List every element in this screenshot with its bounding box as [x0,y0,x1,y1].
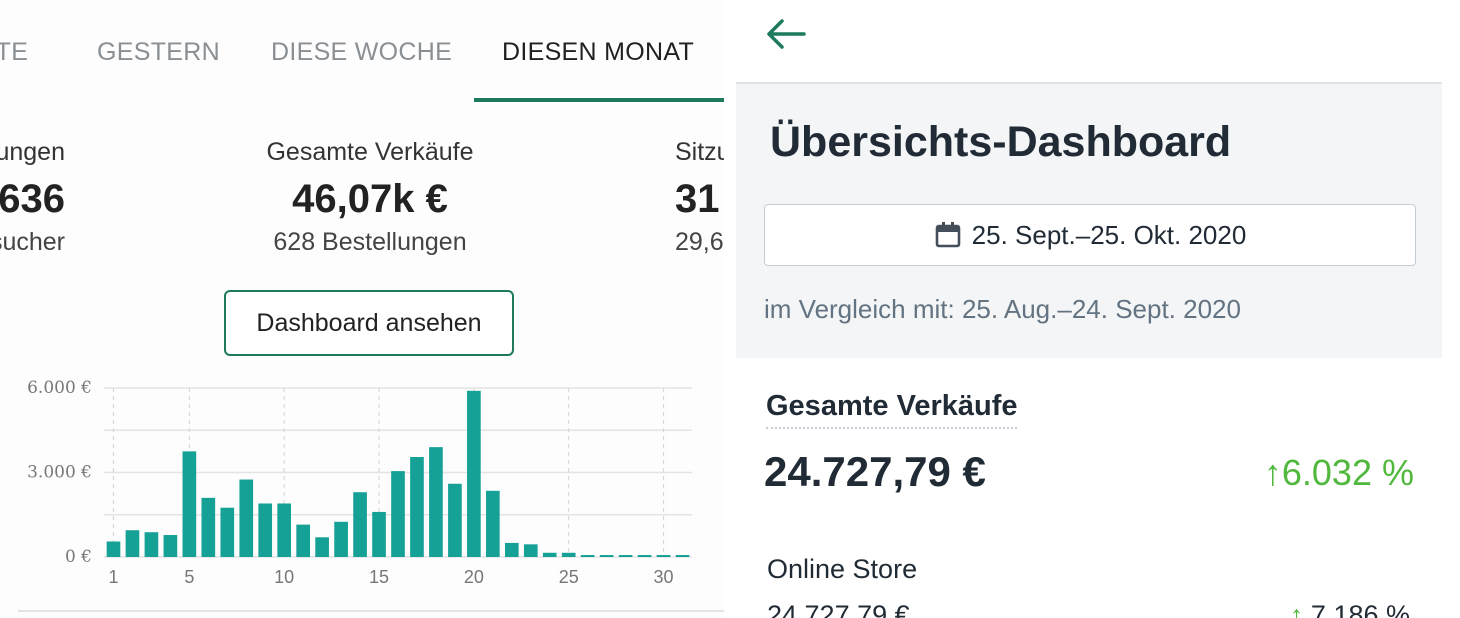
bar-day-3 [144,532,159,557]
date-range-label: 25. Sept.–25. Okt. 2020 [971,219,1247,250]
bar-day-31 [675,555,690,557]
metric-change-value: 6.032 % [1281,452,1414,493]
bar-day-25 [561,552,576,557]
store-change-value: 7.186 % [1310,600,1410,618]
page-title: Übersichts-Dashboard [770,118,1232,166]
bar-day-27 [599,555,614,557]
bar-day-21 [486,490,500,557]
bar-day-2 [125,530,140,557]
stat-sessions-label: Sitzungen [0,138,65,166]
y-tick-label: 3.000 € [27,463,92,483]
bar-day-19 [448,483,462,557]
bar-day-5 [182,451,197,557]
bar-day-30 [656,555,671,557]
stat-total-sales-value: 46,07k € [292,177,448,221]
bar-day-7 [220,507,235,557]
store-value: 24.727,79 € [767,600,910,618]
stat-sessions-right-value: 31 [675,177,720,221]
x-tick-label: 1 [108,567,118,587]
tab-yesterday[interactable]: GESTERN [97,38,220,67]
bar-day-26 [580,555,595,557]
view-dashboard-button[interactable]: Dashboard ansehen [224,290,514,356]
y-tick-label: 0 € [65,547,92,567]
comparison-text: im Vergleich mit: 25. Aug.–24. Sept. 202… [764,294,1241,324]
stat-sessions-right-label: Sitzungen [675,138,724,166]
calendar-icon [935,222,960,248]
metric-title[interactable]: Gesamte Verkäufe [766,390,1018,429]
date-range-button[interactable]: 25. Sept.–25. Okt. 2020 [764,204,1416,266]
bar-day-18 [429,447,443,557]
bar-day-4 [163,535,178,557]
x-tick-label: 5 [184,567,194,587]
store-change: ↑ 7.186 % [1290,600,1410,618]
stat-total-sales: Gesamte Verkäufe 46,07k € 628 Bestellung… [220,138,520,257]
x-tick-label: 10 [274,567,294,587]
bar-day-20 [467,390,481,557]
bar-day-9 [258,503,273,557]
bar-day-6 [201,497,216,557]
x-tick-label: 30 [654,567,674,587]
bar-day-11 [296,524,310,557]
bar-day-29 [637,555,652,557]
bar-day-10 [277,503,292,557]
date-tabs: HEUTE GESTERN DIESE WOCHE DIESEN MONAT [0,0,724,104]
bar-day-17 [410,457,424,557]
bar-day-23 [523,544,538,557]
bar-day-15 [372,511,386,557]
home-panel: HEUTE GESTERN DIESE WOCHE DIESEN MONAT S… [0,0,724,618]
bar-day-13 [334,521,348,557]
arrow-up-icon: ↑ [1289,600,1311,618]
back-arrow-icon[interactable] [764,14,808,54]
x-tick-label: 25 [559,567,579,587]
tab-this-week[interactable]: DIESE WOCHE [271,38,452,67]
store-label: Online Store [767,554,918,584]
active-tab-indicator [474,98,724,102]
bar-day-22 [504,542,519,557]
arrow-up-icon: ↑ [1263,452,1282,493]
bar-day-16 [391,471,405,557]
stat-total-sales-label: Gesamte Verkäufe [266,138,474,166]
sales-bar-chart: 6.000 €3.000 €0 €1 5 10 15 20 25 30 [27,378,692,587]
stat-sessions: Sitzungen 2.636 Besucher [0,138,65,257]
x-tick-label: 20 [464,567,484,587]
stat-sessions-right: Sitzungen 31 29,6 [675,138,724,257]
stat-total-sales-orders: 628 Bestellungen [273,228,467,256]
tab-today[interactable]: HEUTE [0,38,28,67]
y-tick-label: 6.000 € [27,378,92,398]
bar-day-28 [618,555,633,557]
bar-day-8 [239,479,254,557]
bar-day-12 [315,537,329,557]
x-tick-label: 15 [369,567,389,587]
bar-day-14 [353,492,367,557]
bar-day-1 [106,541,121,557]
stat-sessions-right-sub: 29,6 [675,228,724,256]
tab-this-month[interactable]: DIESEN MONAT [502,38,694,67]
divider [18,610,724,612]
bar-day-24 [542,552,557,557]
metric-value: 24.727,79 € [764,448,986,495]
overview-dashboard-panel: Übersichts-Dashboard 25. Sept.–25. Okt. … [736,0,1460,618]
metric-change: ↑6.032 % [1264,452,1414,494]
stat-sessions-sub: Besucher [0,228,65,256]
stat-sessions-value: 2.636 [0,177,65,221]
